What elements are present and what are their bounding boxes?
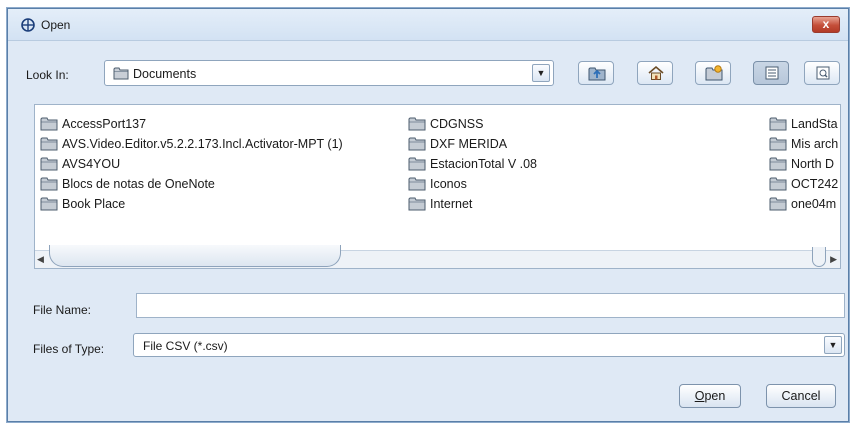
file-list[interactable]: AccessPort137 AVS.Video.Editor.v5.2.2.17…: [34, 104, 841, 269]
scrollbar-thumb[interactable]: [49, 245, 341, 267]
file-name: CDGNSS: [430, 117, 484, 131]
folder-icon: [40, 117, 58, 131]
open-button[interactable]: Open: [679, 384, 741, 408]
files-of-type-combo[interactable]: File CSV (*.csv) ▼: [133, 333, 845, 357]
folder-icon: [769, 157, 787, 171]
details-view-button[interactable]: [804, 61, 840, 85]
folder-icon: [408, 197, 426, 211]
file-name: Book Place: [62, 197, 126, 211]
close-button[interactable]: x: [812, 16, 840, 33]
folder-icon: [769, 177, 787, 191]
file-name-field[interactable]: [136, 293, 845, 318]
folder-icon: [408, 117, 426, 131]
up-one-level-button[interactable]: [578, 61, 614, 85]
scrollbar-track-end: [812, 247, 826, 267]
details-view-icon: [816, 66, 830, 80]
folder-icon: [769, 197, 787, 211]
cancel-button[interactable]: Cancel: [766, 384, 836, 408]
file-name: Internet: [430, 197, 473, 211]
folder-icon: [113, 67, 129, 80]
scroll-left-arrow-icon[interactable]: ◀: [37, 254, 44, 265]
file-name: EstacionTotal V .08: [430, 157, 538, 171]
file-name: AccessPort137: [62, 117, 147, 131]
files-of-type-label: Files of Type:: [33, 342, 105, 356]
close-icon: x: [822, 17, 830, 31]
open-dialog: Open x Look In: Documents ▼ AccessPort13…: [7, 8, 849, 422]
file-name: AVS4YOU: [62, 157, 121, 171]
file-name: one04m: [791, 197, 837, 211]
new-folder-icon: [705, 65, 723, 81]
open-mnemonic: O: [694, 389, 705, 403]
file-name: OCT242: [791, 177, 839, 191]
title-bar[interactable]: Open x: [8, 9, 848, 41]
chevron-down-icon[interactable]: ▼: [532, 64, 550, 82]
file-name-label: File Name:: [33, 303, 92, 317]
folder-icon: [40, 137, 58, 151]
file-name: Blocs de notas de OneNote: [62, 177, 215, 191]
window-title: Open: [41, 18, 71, 32]
file-name: Mis arch: [791, 137, 839, 151]
folder-icon: [40, 197, 58, 211]
java-globe-icon: [21, 18, 35, 32]
scroll-right-arrow-icon[interactable]: ▶: [830, 254, 837, 265]
folder-up-icon: [588, 67, 606, 81]
folder-icon: [408, 177, 426, 191]
folder-icon: [408, 137, 426, 151]
list-view-icon: [765, 66, 779, 80]
look-in-combo[interactable]: Documents ▼: [104, 60, 554, 86]
file-name: DXF MERIDA: [430, 137, 508, 151]
new-folder-button[interactable]: [695, 61, 731, 85]
look-in-label: Look In:: [26, 68, 69, 82]
files-of-type-value: File CSV (*.csv): [143, 339, 228, 353]
folder-icon: [769, 117, 787, 131]
file-name: North D: [791, 157, 835, 171]
list-view-button[interactable]: [753, 61, 789, 85]
folder-icon: [40, 157, 58, 171]
look-in-value: Documents: [133, 67, 197, 81]
file-name: LandSta: [791, 117, 838, 131]
horizontal-scrollbar[interactable]: ◀ ▶: [35, 245, 840, 268]
home-icon: [648, 65, 664, 80]
folder-icon: [408, 157, 426, 171]
folder-icon: [40, 177, 58, 191]
home-button[interactable]: [637, 61, 673, 85]
file-name: Iconos: [430, 177, 467, 191]
folder-icon: [769, 137, 787, 151]
open-label: pen: [704, 389, 726, 403]
chevron-down-icon[interactable]: ▼: [824, 336, 842, 354]
file-name: AVS.Video.Editor.v5.2.2.173.Incl.Activat…: [62, 137, 343, 151]
